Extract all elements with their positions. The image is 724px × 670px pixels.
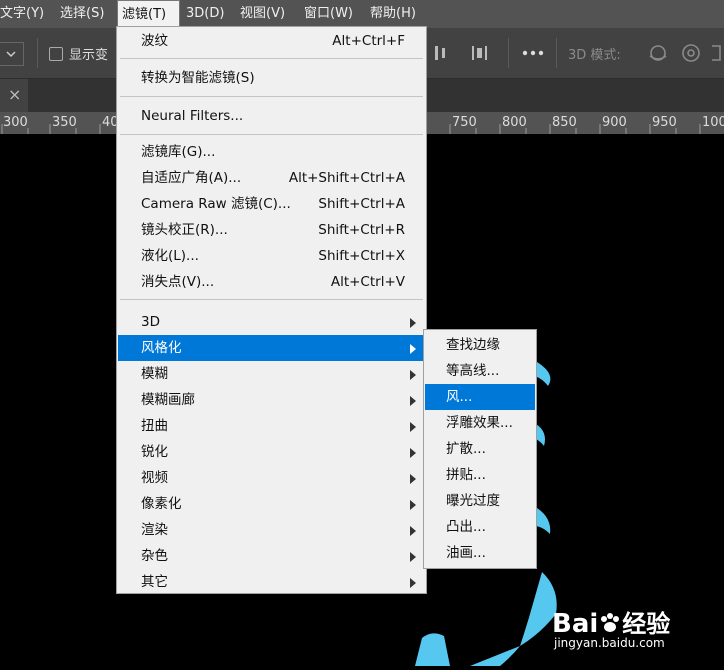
ruler-label: 900 — [602, 115, 627, 130]
menu-item-vanishing-point[interactable]: 消失点(V)... Alt+Ctrl+V — [118, 269, 425, 295]
menu-item-lens-correction[interactable]: 镜头校正(R)... Shift+Ctrl+R — [118, 217, 425, 243]
menu-item-render[interactable]: 渲染 — [118, 517, 425, 543]
tool-dropdown[interactable] — [0, 42, 24, 66]
watermark-brand: Bai — [552, 609, 599, 639]
menu-item-video[interactable]: 视频 — [118, 465, 425, 491]
submenu-item-trace-contour[interactable]: 等高线... — [425, 358, 535, 384]
distribute-icon[interactable] — [470, 44, 490, 62]
submenu-item-wind[interactable]: 风... — [425, 384, 535, 410]
menu-item-pixelate[interactable]: 像素化 — [118, 491, 425, 517]
menu-window[interactable]: 窗口(W) — [300, 0, 357, 28]
chevron-right-icon — [410, 370, 416, 380]
submenu-item-solarize[interactable]: 曝光过度 — [425, 488, 535, 514]
chevron-down-icon — [6, 51, 16, 58]
submenu-item-diffuse[interactable]: 扩散... — [425, 436, 535, 462]
chevron-right-icon — [410, 552, 416, 562]
show-transform-checkbox[interactable] — [49, 47, 63, 61]
roll-3d-icon[interactable] — [680, 42, 702, 64]
menu-item-other[interactable]: 其它 — [118, 569, 425, 595]
3d-mode-label: 3D 模式: — [568, 48, 621, 63]
chevron-right-icon — [410, 344, 416, 354]
menu-item-camera-raw[interactable]: Camera Raw 滤镜(C)... Shift+Ctrl+A — [118, 191, 425, 217]
orbit-3d-icon[interactable] — [646, 42, 670, 64]
menu-view[interactable]: 视图(V) — [236, 0, 289, 28]
menu-3d[interactable]: 3D(D) — [182, 0, 228, 28]
menu-select[interactable]: 选择(S) — [56, 0, 108, 28]
ruler-label: 750 — [452, 115, 477, 130]
ruler-label: 850 — [552, 115, 577, 130]
menu-item-sharpen[interactable]: 锐化 — [118, 439, 425, 465]
menu-item-filter-gallery[interactable]: 滤镜库(G)... — [118, 139, 425, 165]
submenu-item-find-edges[interactable]: 查找边缘 — [425, 332, 535, 358]
chevron-right-icon — [410, 578, 416, 588]
ruler-label: 800 — [502, 115, 527, 130]
chevron-right-icon — [410, 318, 416, 328]
menu-help[interactable]: 帮助(H) — [366, 0, 420, 28]
submenu-item-extrude[interactable]: 凸出... — [425, 514, 535, 540]
menu-item-noise[interactable]: 杂色 — [118, 543, 425, 569]
menu-text[interactable]: 文字(Y) — [0, 0, 48, 28]
chevron-right-icon — [410, 500, 416, 510]
submenu-item-emboss[interactable]: 浮雕效果... — [425, 410, 535, 436]
show-transform-label: 显示变 — [69, 48, 109, 63]
menu-item-ripple[interactable]: 波纹 Alt+Ctrl+F — [118, 28, 425, 54]
stylize-submenu: 查找边缘 等高线... 风... 浮雕效果... 扩散... 拼贴... 曝光过… — [423, 329, 537, 569]
paw-icon — [598, 611, 622, 633]
close-icon[interactable]: × — [8, 85, 21, 104]
submenu-item-oil-paint[interactable]: 油画... — [425, 540, 535, 566]
more-options-icon[interactable] — [522, 50, 544, 56]
ruler-label: 100 — [702, 115, 724, 130]
filter-menu: 波纹 Alt+Ctrl+F 转换为智能滤镜(S) Neural Filters.… — [116, 26, 427, 594]
ruler-label: 300 — [3, 115, 28, 130]
chevron-right-icon — [410, 396, 416, 406]
menu-item-adaptive-wide-angle[interactable]: 自适应广角(A)... Alt+Shift+Ctrl+A — [118, 165, 425, 191]
menu-item-convert-smart-filter[interactable]: 转换为智能滤镜(S) — [118, 65, 425, 91]
menu-item-blur[interactable]: 模糊 — [118, 361, 425, 387]
chevron-right-icon — [410, 422, 416, 432]
menu-item-stylize[interactable]: 风格化 — [118, 335, 425, 361]
baidu-watermark: Bai 经验 jingyan.baidu.com — [552, 604, 702, 654]
chevron-right-icon — [410, 526, 416, 536]
menu-item-distort[interactable]: 扭曲 — [118, 413, 425, 439]
chevron-right-icon — [410, 474, 416, 484]
ruler-label: 950 — [652, 115, 677, 130]
chevron-right-icon — [410, 448, 416, 458]
menu-item-3d[interactable]: 3D — [118, 309, 425, 335]
align-icon[interactable] — [433, 44, 449, 62]
menu-filter[interactable]: 滤镜(T) — [117, 0, 180, 28]
watermark-url: jingyan.baidu.com — [554, 636, 665, 650]
watermark-brand-cn: 经验 — [622, 610, 671, 638]
ruler-label: 350 — [52, 115, 77, 130]
submenu-item-tiles[interactable]: 拼贴... — [425, 462, 535, 488]
menu-item-liquify[interactable]: 液化(L)... Shift+Ctrl+X — [118, 243, 425, 269]
menu-item-neural-filters[interactable]: Neural Filters... — [118, 103, 425, 129]
document-tab[interactable]: × — [0, 79, 28, 112]
pan-3d-icon[interactable] — [710, 42, 724, 64]
menu-item-blur-gallery[interactable]: 模糊画廊 — [118, 387, 425, 413]
menu-bar: 文字(Y) 选择(S) 滤镜(T) 3D(D) 视图(V) 窗口(W) 帮助(H… — [0, 0, 724, 28]
